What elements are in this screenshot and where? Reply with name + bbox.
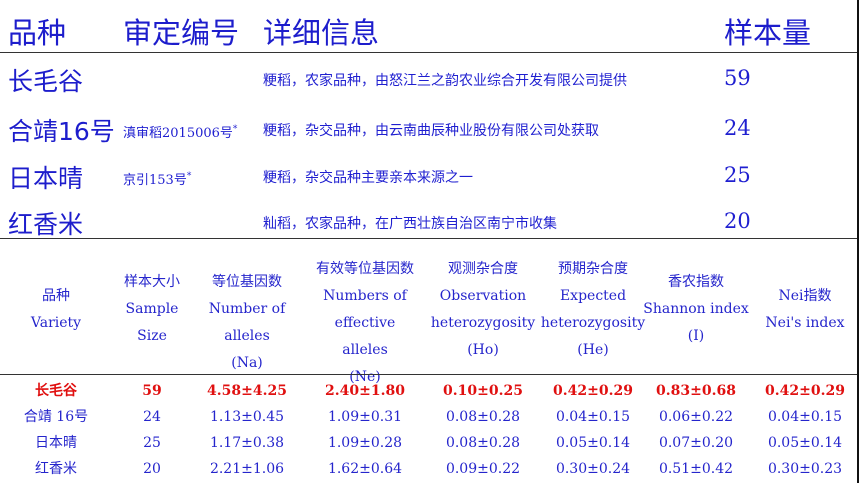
- variety-description: 粳稻，杂交品种主要亲本来源之一: [263, 170, 473, 186]
- col-header-na: 等位基因数 Number of alleles (Na): [208, 274, 286, 371]
- cell-shannon: 0.83±0.68: [656, 383, 736, 399]
- variety-description: 籼稻，农家品种，在广西壮族自治区南宁市收集: [263, 216, 557, 232]
- cell-shannon: 0.06±0.22: [658, 409, 734, 425]
- cell-na: 4.58±4.25: [207, 383, 287, 399]
- cell-ne: 1.09±0.28: [327, 435, 403, 451]
- cell-sample-size: 59: [142, 383, 162, 399]
- cell-variety: 合靖 16号: [23, 409, 89, 425]
- cell-he: 0.30±0.24: [555, 461, 631, 477]
- header-divider: [0, 52, 859, 53]
- col-header-he: 预期杂合度 Expected heterozygosity (He): [540, 261, 646, 358]
- table-row: 长毛谷 粳稻，农家品种，由怒江兰之韵农业综合开发有限公司提供 59: [0, 56, 859, 102]
- sample-count: 24: [724, 116, 751, 140]
- cell-variety: 日本晴: [35, 435, 77, 451]
- cell-na: 1.17±0.38: [209, 435, 285, 451]
- cell-sample-size: 25: [143, 435, 161, 451]
- cell-ho: 0.10±0.25: [443, 383, 523, 399]
- cell-ho: 0.08±0.28: [445, 435, 521, 451]
- col-header-variety: 品种 Variety: [30, 288, 82, 331]
- header-variety: 品种: [8, 16, 67, 50]
- header-sample-count: 样本量: [724, 16, 812, 50]
- variety-name: 合靖16号: [8, 117, 115, 146]
- variety-description: 粳稻，杂交品种，由云南曲辰种业股份有限公司处获取: [263, 123, 599, 139]
- table-row: 红香米 20 2.21±1.06 1.62±0.64 0.09±0.22 0.3…: [0, 456, 857, 482]
- table-row: 长毛谷 59 4.58±4.25 2.40±1.80 0.10±0.25 0.4…: [0, 378, 857, 404]
- col-header-nei: Nei指数 Nei's index: [765, 288, 845, 331]
- stats-header-divider: [0, 374, 857, 375]
- cell-nei: 0.30±0.23: [767, 461, 843, 477]
- variety-description: 粳稻，农家品种，由怒江兰之韵农业综合开发有限公司提供: [263, 73, 627, 89]
- cell-nei: 0.05±0.14: [767, 435, 843, 451]
- col-header-ho: 观测杂合度 Observation heterozygosity (Ho): [430, 261, 536, 358]
- table-row: 合靖 16号 24 1.13±0.45 1.09±0.31 0.08±0.28 …: [0, 404, 857, 430]
- cell-nei: 0.04±0.15: [767, 409, 843, 425]
- sample-count: 25: [724, 163, 751, 187]
- section-divider: [0, 238, 859, 239]
- cell-ho: 0.08±0.28: [445, 409, 521, 425]
- variety-name: 日本晴: [8, 164, 84, 193]
- cell-he: 0.05±0.14: [555, 435, 631, 451]
- col-header-shannon: 香农指数 Shannon index (I): [643, 274, 749, 344]
- cell-nei: 0.42±0.29: [765, 383, 845, 399]
- cell-na: 2.21±1.06: [209, 461, 285, 477]
- cell-sample-size: 24: [143, 409, 161, 425]
- cell-ho: 0.09±0.22: [445, 461, 521, 477]
- cell-variety: 长毛谷: [35, 383, 77, 399]
- table-row: 日本晴 25 1.17±0.38 1.09±0.28 0.08±0.28 0.0…: [0, 430, 857, 456]
- table-row: 合靖16号 滇审稻2015006号* 粳稻，杂交品种，由云南曲辰种业股份有限公司…: [0, 106, 859, 152]
- sample-count: 20: [724, 209, 751, 233]
- header-details: 详细信息: [263, 16, 380, 50]
- approval-code: 滇审稻2015006号*: [123, 124, 238, 141]
- cell-shannon: 0.51±0.42: [658, 461, 734, 477]
- cell-ne: 1.62±0.64: [327, 461, 403, 477]
- col-header-ne: 有效等位基因数 Numbers of effective alleles (Ne): [316, 261, 414, 385]
- sample-count: 59: [724, 66, 751, 90]
- header-approval-number: 审定编号: [123, 16, 240, 50]
- cell-ne: 2.40±1.80: [325, 383, 405, 399]
- cell-variety: 红香米: [35, 461, 77, 477]
- variety-name: 红香米: [8, 210, 84, 239]
- cell-sample-size: 20: [143, 461, 161, 477]
- cell-he: 0.04±0.15: [555, 409, 631, 425]
- cell-ne: 1.09±0.31: [327, 409, 403, 425]
- cell-he: 0.42±0.29: [553, 383, 633, 399]
- cell-shannon: 0.07±0.20: [658, 435, 734, 451]
- approval-code: 京引153号*: [123, 171, 192, 188]
- table-row: 日本晴 京引153号* 粳稻，杂交品种主要亲本来源之一 25: [0, 153, 859, 199]
- col-header-sample-size: 样本大小 Sample Size: [124, 274, 180, 344]
- variety-name: 长毛谷: [8, 67, 84, 96]
- cell-na: 1.13±0.45: [209, 409, 285, 425]
